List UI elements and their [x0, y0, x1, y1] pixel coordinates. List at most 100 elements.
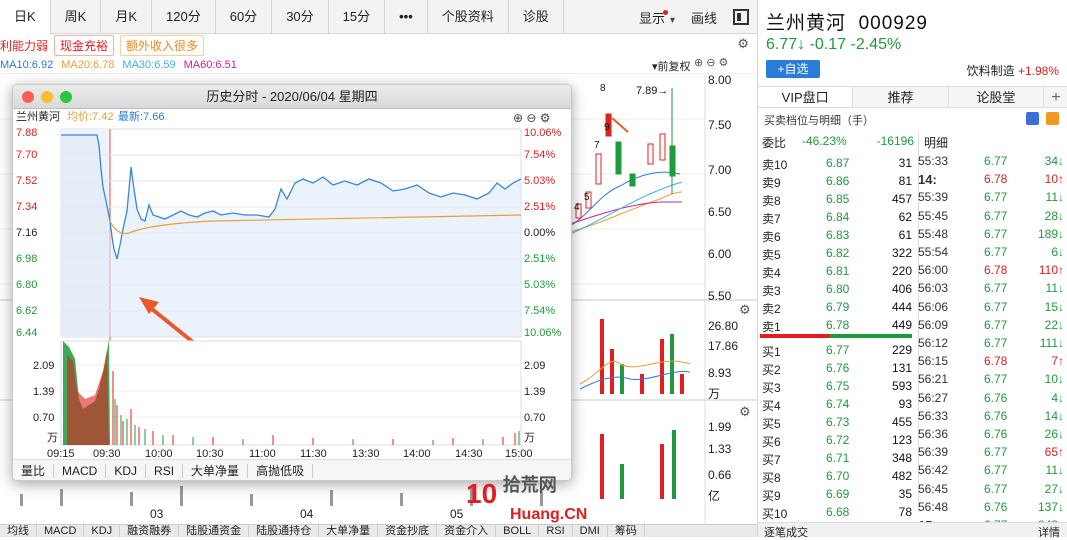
tab-forum[interactable]: 论股堂 — [949, 87, 1044, 107]
tick-volume: 137↓ — [1037, 499, 1064, 514]
indicator-tab[interactable]: DMI — [573, 525, 608, 537]
indicator-tab[interactable]: BOLL — [496, 525, 540, 537]
tab-30min[interactable]: 30分 — [272, 0, 329, 34]
tick-price: 6.77 — [984, 317, 1008, 332]
tab-macd[interactable]: MACD — [54, 463, 107, 478]
price-tick: 7.70 — [16, 149, 37, 161]
buy-order-row[interactable]: 买5 6.73 455 — [758, 413, 914, 431]
sell-order-row[interactable]: 卖10 6.87 31 — [758, 154, 914, 172]
indicator-tab[interactable]: 资金介入 — [437, 525, 497, 537]
minimize-window-button[interactable] — [41, 91, 53, 103]
intraday-chart[interactable]: 兰州黄河 均价:7.42 最新:7.66 ⊕ ⊖ ⚙ 7.88 7.70 7.5… — [13, 109, 572, 459]
buy-order-row[interactable]: 买7 6.71 348 — [758, 449, 914, 467]
buy-order-row[interactable]: 买8 6.70 482 — [758, 467, 914, 485]
pct-tick: 7.54% — [524, 305, 555, 317]
sell-order-row[interactable]: 卖1 6.78 449 — [758, 316, 914, 334]
tick-row: 56:42 6.77 11↓ — [918, 461, 1067, 479]
tab-15min[interactable]: 15分 — [329, 0, 386, 34]
chart-icon[interactable] — [1026, 112, 1039, 125]
wave-label-5: 5 — [584, 192, 590, 203]
buy-order-row[interactable]: 买2 6.76 131 — [758, 359, 914, 377]
close-window-button[interactable] — [22, 91, 34, 103]
buy-order-row[interactable]: 买6 6.72 123 — [758, 431, 914, 449]
popup-zoom-controls[interactable]: ⊕ ⊖ ⚙ — [513, 111, 551, 125]
maximize-window-button[interactable] — [60, 91, 72, 103]
tab-high-low[interactable]: 高抛低吸 — [248, 463, 314, 478]
display-menu[interactable]: 显示 ▾ — [639, 8, 675, 27]
stock-code: 000929 — [858, 13, 928, 34]
indicator-tab[interactable]: KDJ — [84, 525, 121, 537]
sell-order-row[interactable]: 卖9 6.86 81 — [758, 172, 914, 190]
intraday-history-popup[interactable]: 历史分时 - 2020/06/04 星期四 兰州黄河 均价:7.42 最新:7.… — [12, 84, 572, 481]
tab-rsi[interactable]: RSI — [146, 463, 184, 478]
gear-icon[interactable]: ⚙ — [739, 302, 751, 317]
wave-label-9: 9 — [604, 122, 610, 133]
tab-120min[interactable]: 120分 — [152, 0, 216, 34]
indicator-tab[interactable]: RSI — [539, 525, 573, 537]
indicator-tab[interactable]: 陆股通持仓 — [249, 525, 320, 537]
order-price: 6.79 — [826, 300, 850, 314]
add-watchlist-button[interactable]: +自选 — [766, 60, 820, 78]
gear-icon[interactable]: ⚙ — [737, 36, 749, 52]
indicator-tab[interactable]: 资金抄底 — [378, 525, 438, 537]
indicator-tab[interactable]: 大单净量 — [319, 525, 379, 537]
order-label: 卖9 — [762, 176, 781, 190]
order-volume: 348 — [891, 451, 912, 465]
tag-cash-rich[interactable]: 现金充裕 — [54, 34, 115, 56]
adjust-mode[interactable]: ▾前复权 — [652, 58, 691, 74]
buy-order-row[interactable]: 买9 6.69 35 — [758, 485, 914, 503]
sell-order-row[interactable]: 卖7 6.84 62 — [758, 208, 914, 226]
wave-label-4: 4 — [574, 202, 580, 213]
more-periods-button[interactable]: ••• — [385, 0, 428, 34]
sell-order-row[interactable]: 卖2 6.79 444 — [758, 298, 914, 316]
ma60-value: MA60:6.51 — [183, 58, 237, 71]
stock-quote-panel: 兰州黄河 000929 6.77↓ -0.17 -2.45% +自选 饮料制造 … — [757, 0, 1067, 540]
sell-order-row[interactable]: 卖4 6.81 220 — [758, 262, 914, 280]
tab-stock-profile[interactable]: 个股资料 — [428, 0, 509, 34]
add-tab-button[interactable]: + — [1044, 87, 1067, 107]
buy-order-row[interactable]: 买4 6.74 93 — [758, 395, 914, 413]
tag-weak-profit[interactable]: 利能力弱 — [0, 37, 48, 54]
order-volume: 62 — [898, 210, 912, 224]
tab-volume-ratio[interactable]: 量比 — [13, 463, 55, 478]
detail-label: 明细 — [924, 136, 949, 150]
gear-icon[interactable]: ⚙ — [739, 404, 751, 419]
sell-order-row[interactable]: 卖3 6.80 406 — [758, 280, 914, 298]
sell-order-row[interactable]: 卖8 6.85 457 — [758, 190, 914, 208]
tab-daily-k[interactable]: 日K — [0, 0, 51, 34]
tab-vip[interactable]: VIP盘口 — [758, 87, 854, 107]
sidebar-toggle-icon[interactable] — [733, 9, 749, 25]
industry-info[interactable]: 饮料制造 +1.98% — [967, 62, 1059, 79]
draw-line-button[interactable]: 画线 — [691, 8, 717, 27]
buy-order-row[interactable]: 买3 6.75 593 — [758, 377, 914, 395]
zoom-icons[interactable]: ⊕ ⊖ ⚙ — [694, 56, 728, 69]
order-volume: 131 — [891, 361, 912, 375]
order-volume: 444 — [891, 300, 912, 314]
indicator-tab[interactable]: 均线 — [0, 525, 37, 537]
trade-detail-link[interactable]: 逐笔成交 — [764, 524, 808, 540]
tab-diagnose[interactable]: 诊股 — [509, 0, 564, 34]
order-price: 6.70 — [826, 469, 850, 483]
adjust-label: 前复权 — [657, 61, 691, 73]
sell-order-row[interactable]: 卖5 6.82 322 — [758, 244, 914, 262]
tab-recommend[interactable]: 推荐 — [853, 87, 949, 107]
buy-order-row[interactable]: 买10 6.68 78 — [758, 503, 914, 521]
tab-monthly-k[interactable]: 月K — [101, 0, 153, 34]
flash-icon[interactable] — [1046, 112, 1059, 125]
tab-60min[interactable]: 60分 — [216, 0, 273, 34]
tab-weekly-k[interactable]: 周K — [51, 0, 102, 34]
pct-tick: 10.06% — [524, 127, 562, 139]
details-link[interactable]: 详情 — [1038, 524, 1060, 540]
indicator-tab[interactable]: 陆股通资金 — [179, 525, 250, 537]
popup-latest-price: 最新:7.66 — [118, 109, 164, 123]
tag-extra-income[interactable]: 额外收入很多 — [120, 34, 205, 56]
tab-kdj[interactable]: KDJ — [106, 463, 147, 478]
sell-order-row[interactable]: 卖6 6.83 61 — [758, 226, 914, 244]
indicator-tab[interactable]: 筹码 — [608, 525, 645, 537]
tab-big-order[interactable]: 大单净量 — [183, 463, 249, 478]
buy-order-row[interactable]: 买1 6.77 229 — [758, 341, 914, 359]
indicator-tab[interactable]: 融资融券 — [120, 525, 180, 537]
indicator-tab[interactable]: MACD — [37, 525, 85, 537]
order-label: 买3 — [762, 381, 781, 395]
popup-titlebar[interactable]: 历史分时 - 2020/06/04 星期四 — [13, 85, 571, 109]
